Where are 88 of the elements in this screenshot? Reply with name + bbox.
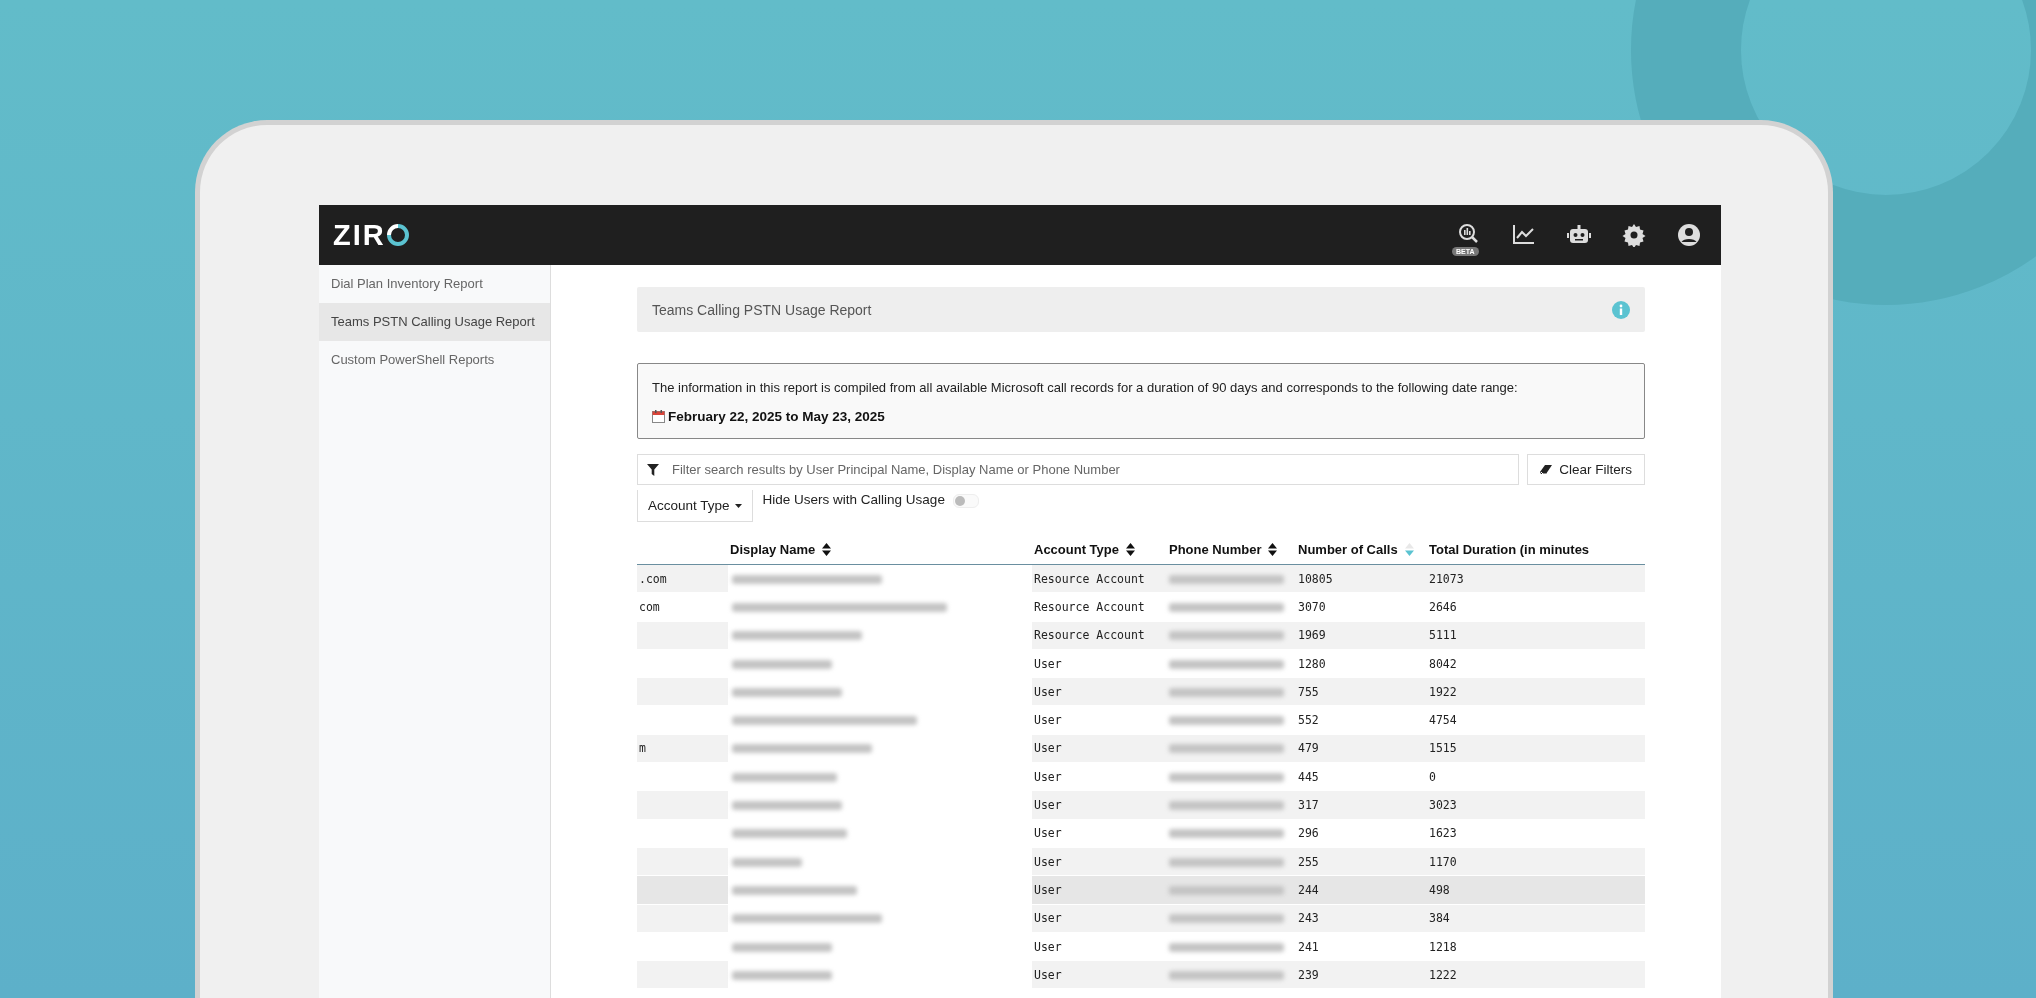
table-cell: 1222 (1429, 967, 1457, 982)
toggle-switch[interactable] (952, 494, 979, 508)
sort-icon[interactable] (1268, 542, 1278, 556)
table-cell: 239 (1298, 967, 1319, 982)
sidebar-item[interactable]: Dial Plan Inventory Report (319, 265, 550, 303)
logo-ring-icon (386, 224, 409, 246)
table-cell: 384 (1429, 911, 1450, 926)
settings-icon[interactable] (1622, 223, 1646, 247)
table-cell: User (1034, 798, 1062, 812)
table-cell: 755 (1298, 684, 1319, 699)
account-type-dropdown[interactable]: Account Type (637, 490, 753, 522)
table-cell: 479 (1298, 741, 1319, 756)
table-cell: User (1034, 656, 1062, 671)
table-cell: 255 (1298, 854, 1319, 869)
table-cell: User (1034, 741, 1062, 756)
table-cell: 1969 (1298, 628, 1326, 643)
user-avatar-icon[interactable] (1677, 223, 1701, 247)
table-cell: 10805 (1298, 571, 1333, 586)
table-cell: User (1034, 911, 1062, 926)
table-cell: .com (639, 571, 667, 586)
table-cell: User (1034, 882, 1062, 897)
table-cell: 552 (1298, 713, 1319, 728)
sidebar-item[interactable]: Teams PSTN Calling Usage Report (319, 303, 550, 341)
column-header[interactable]: Number of Calls (1298, 541, 1398, 557)
table-cell: 241 (1298, 939, 1319, 954)
table-cell: 0 (1429, 769, 1436, 784)
clear-filters-button[interactable]: Clear Filters (1527, 454, 1645, 485)
sort-icon[interactable] (822, 542, 832, 556)
table-cell: 317 (1298, 798, 1319, 812)
line-chart-icon[interactable] (1512, 223, 1536, 247)
table-cell: com (639, 599, 660, 614)
filter-icon (647, 464, 659, 476)
table-cell: 4754 (1429, 713, 1457, 728)
logo: ZIR (333, 218, 386, 252)
table-cell: User (1034, 854, 1062, 869)
table-cell: m (639, 741, 646, 756)
table-cell: 244 (1298, 882, 1319, 897)
column-header[interactable]: Total Duration (in minutes (1429, 541, 1590, 557)
table-cell: 5111 (1429, 628, 1457, 643)
table-cell: Resource Account (1034, 628, 1145, 643)
table-cell: 1922 (1429, 684, 1457, 699)
table-cell: User (1034, 967, 1062, 982)
table-cell: 1170 (1429, 854, 1457, 869)
table-cell: 498 (1429, 882, 1450, 897)
sort-icon[interactable] (1126, 542, 1135, 556)
table-cell: User (1034, 769, 1062, 784)
toggle-label: Hide Users with Calling Usage (762, 492, 945, 507)
table-row[interactable]: User 243 384 (637, 904, 1645, 933)
table-row[interactable]: .com Resource Account 10805 21073 (637, 564, 1645, 593)
table-cell: 3070 (1298, 599, 1326, 614)
table-cell: 445 (1298, 769, 1319, 784)
table-row[interactable]: User 255 1170 (637, 847, 1645, 876)
table-cell: 21073 (1429, 571, 1464, 586)
table-cell: 243 (1298, 911, 1319, 926)
table-cell: User (1034, 684, 1062, 699)
column-header[interactable]: Phone Number (1169, 541, 1262, 557)
table-row[interactable]: User 244 498 (637, 875, 1645, 905)
table-cell: 2646 (1429, 599, 1457, 614)
table-row[interactable]: User 1280 8042 (637, 649, 1645, 678)
redacted-text (732, 857, 802, 867)
table-row[interactable]: User 317 3023 (637, 790, 1645, 820)
table-cell: User (1034, 939, 1062, 954)
table-cell: User (1034, 826, 1062, 841)
sidebar-item[interactable]: Custom PowerShell Reports (319, 341, 550, 379)
table-cell: User (1034, 713, 1062, 728)
filter-field[interactable]: Filter search results by User Principal Name, Display Name or Phone Number (637, 454, 1520, 485)
table-cell: 1218 (1429, 939, 1457, 954)
info-text: The information in this report is compiled from all available Microsoft call records for a duration of 90 days and corresponds to the following date range: (652, 380, 1519, 395)
calendar-icon (652, 410, 665, 423)
table-cell: 1280 (1298, 656, 1326, 671)
table-cell: 8042 (1429, 656, 1457, 671)
report-title: Teams Calling PSTN Usage Report (652, 301, 872, 318)
date-range: February 22, 2025 to May 23, 2025 (668, 409, 885, 424)
table-row[interactable]: User 241 1218 (637, 932, 1645, 961)
table-cell: 296 (1298, 826, 1319, 841)
column-header[interactable]: Account Type (1034, 541, 1119, 557)
caret-icon (734, 503, 742, 508)
table-row[interactable]: Resource Account 1969 5111 (637, 621, 1645, 650)
table-row[interactable]: m User 479 1515 (637, 734, 1645, 763)
table-row[interactable]: User 755 1922 (637, 677, 1645, 706)
table-cell: Resource Account (1034, 599, 1145, 614)
eraser-icon (1540, 464, 1554, 475)
table-cell: 1623 (1429, 826, 1457, 841)
table-cell: 3023 (1429, 798, 1457, 812)
table-row[interactable]: User 239 1222 (637, 960, 1645, 989)
column-header[interactable]: Display Name (730, 541, 816, 557)
table-cell: 1515 (1429, 741, 1457, 756)
table-cell: Resource Account (1034, 571, 1145, 586)
